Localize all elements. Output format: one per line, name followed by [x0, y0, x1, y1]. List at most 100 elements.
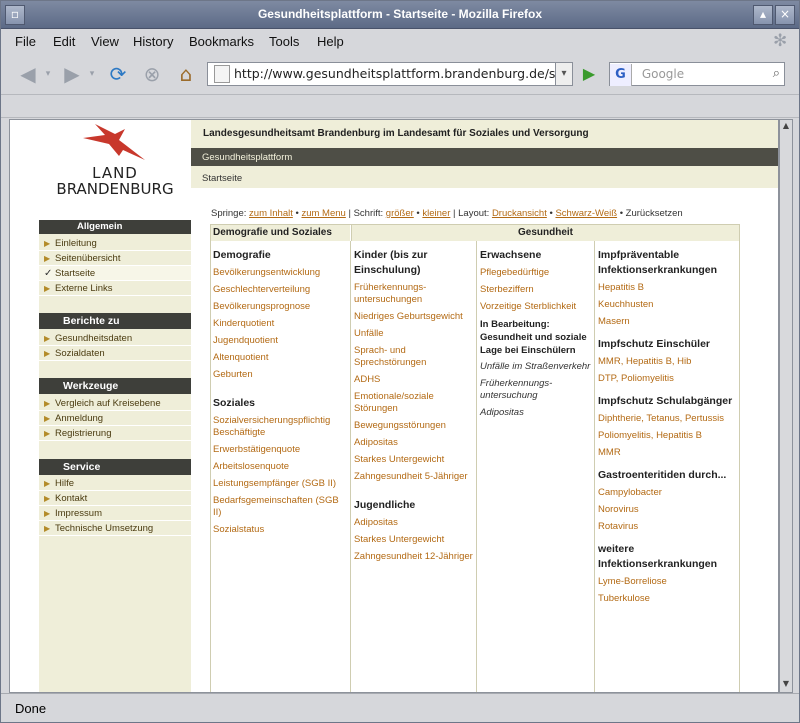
- back-icon[interactable]: ◀: [15, 62, 41, 86]
- sidebar-item-registrierung[interactable]: ▶ Registrierung: [39, 426, 191, 441]
- link-zum-inhalt[interactable]: zum Inhalt: [249, 208, 293, 219]
- search-icon[interactable]: ⌕: [773, 63, 780, 85]
- link-adipositas-jugend[interactable]: Adipositas: [354, 517, 474, 529]
- link-sprachstoerungen[interactable]: Sprach- und Sprechstörungen: [354, 345, 474, 369]
- heading-gastroenteritiden: Gastroenteritiden durch...: [598, 469, 727, 481]
- link-masern[interactable]: Masern: [598, 316, 738, 328]
- link-rotavirus[interactable]: Rotavirus: [598, 521, 738, 533]
- link-geburtsgewicht[interactable]: Niedriges Geburtsgewicht: [354, 311, 474, 323]
- sidebar-item-impressum[interactable]: ▶ Impressum: [39, 506, 191, 521]
- sidebar-item-externe-links[interactable]: ▶ Externe Links: [39, 281, 191, 296]
- home-icon[interactable]: ⌂: [173, 62, 199, 86]
- sidebar-item-hilfe[interactable]: ▶ Hilfe: [39, 476, 191, 491]
- menu-edit[interactable]: Edit: [53, 34, 75, 49]
- sidebar-item-label: Impressum: [55, 508, 102, 519]
- vertical-scrollbar[interactable]: ▲ ▼: [779, 119, 793, 693]
- link-groesser[interactable]: größer: [386, 208, 414, 219]
- stop-icon[interactable]: ⊗: [139, 62, 165, 86]
- agency-header: Landesgesundheitsamt Brandenburg im Land…: [191, 120, 778, 148]
- google-icon[interactable]: G: [610, 64, 632, 86]
- sidebar-item-label: Gesundheitsdaten: [55, 333, 133, 344]
- forward-dropdown-icon[interactable]: ▾: [87, 62, 97, 86]
- sidebar-item-sozialdaten[interactable]: ▶ Sozialdaten: [39, 346, 191, 361]
- link-norovirus[interactable]: Norovirus: [598, 504, 738, 516]
- logo[interactable]: LAND BRANDENBURG: [39, 120, 191, 220]
- link-adipositas-kinder[interactable]: Adipositas: [354, 437, 474, 449]
- link-untergewicht-kinder[interactable]: Starkes Untergewicht: [354, 454, 474, 466]
- sidebar-item-label: Seitenübersicht: [55, 253, 121, 264]
- link-altenquotient[interactable]: Altenquotient: [213, 352, 347, 364]
- throbber-icon: ✻: [773, 31, 788, 50]
- link-bevoelkerungsprognose[interactable]: Bevölkerungsprognose: [213, 301, 347, 313]
- sidebar-item-seitenuebersicht[interactable]: ▶ Seitenübersicht: [39, 251, 191, 266]
- sidebar-item-anmeldung[interactable]: ▶ Anmeldung: [39, 411, 191, 426]
- arrow-icon: ▶: [44, 509, 51, 518]
- link-jugendquotient[interactable]: Jugendquotient: [213, 335, 347, 347]
- close-icon[interactable]: ×: [775, 5, 795, 25]
- link-sterbeziffern[interactable]: Sterbeziffern: [480, 284, 592, 296]
- link-bewegungsstoerungen[interactable]: Bewegungsstörungen: [354, 420, 474, 432]
- sidebar-item-vergleich[interactable]: ▶ Vergleich auf Kreisebene: [39, 396, 191, 411]
- menu-view[interactable]: View: [91, 34, 119, 49]
- link-zum-menu[interactable]: zum Menu: [301, 208, 345, 219]
- sidebar-item-gesundheitsdaten[interactable]: ▶ Gesundheitsdaten: [39, 331, 191, 346]
- maximize-icon[interactable]: ▴: [753, 5, 773, 25]
- platform-bar: Gesundheitsplattform: [191, 148, 778, 166]
- back-dropdown-icon[interactable]: ▾: [43, 62, 53, 86]
- page-icon: [214, 65, 230, 83]
- schrift-label: | Schrift:: [348, 208, 384, 219]
- link-sozialstatus[interactable]: Sozialstatus: [213, 524, 347, 536]
- reload-icon[interactable]: ⟳: [105, 62, 131, 86]
- link-hepatitis-b[interactable]: Hepatitis B: [598, 282, 738, 294]
- sidebar-item-einleitung[interactable]: ▶ Einleitung: [39, 236, 191, 251]
- link-bevoelkerungsentwicklung[interactable]: Bevölkerungsentwicklung: [213, 267, 347, 279]
- link-kinderquotient[interactable]: Kinderquotient: [213, 318, 347, 330]
- scroll-down-icon[interactable]: ▼: [781, 679, 791, 691]
- link-tuberkulose[interactable]: Tuberkulose: [598, 593, 738, 605]
- column-erwachsene: Erwachsene Pflegebedürftige Sterbeziffer…: [480, 248, 592, 424]
- link-lyme-borreliose[interactable]: Lyme-Borreliose: [598, 576, 738, 588]
- search-input[interactable]: G Google ⌕: [609, 62, 785, 86]
- link-emotionale-stoerungen[interactable]: Emotionale/soziale Störungen: [354, 391, 474, 415]
- link-zahngesundheit-5[interactable]: Zahngesundheit 5-Jähriger: [354, 471, 474, 483]
- url-dropdown-icon[interactable]: ▾: [555, 62, 573, 86]
- link-mmr-hepb-hib[interactable]: MMR, Hepatitis B, Hib: [598, 356, 738, 368]
- link-unfaelle[interactable]: Unfälle: [354, 328, 474, 340]
- forward-icon[interactable]: ▶: [59, 62, 85, 86]
- link-dtp-polio[interactable]: DTP, Poliomyelitis: [598, 373, 738, 385]
- link-kleiner[interactable]: kleiner: [422, 208, 450, 219]
- arrow-icon: ▶: [44, 284, 51, 293]
- link-mmr[interactable]: MMR: [598, 447, 738, 459]
- go-icon[interactable]: ▶: [579, 63, 599, 85]
- link-vorzeitige-sterblichkeit[interactable]: Vorzeitige Sterblichkeit: [480, 301, 592, 313]
- link-schwarz-weiss[interactable]: Schwarz-Weiß: [555, 208, 617, 219]
- menu-tools[interactable]: Tools: [269, 34, 299, 49]
- menu-bookmarks[interactable]: Bookmarks: [189, 34, 254, 49]
- link-keuchhusten[interactable]: Keuchhusten: [598, 299, 738, 311]
- link-polio-hepb[interactable]: Poliomyelitis, Hepatitis B: [598, 430, 738, 442]
- link-bedarfsgemeinschaften[interactable]: Bedarfsgemeinschaften (SGB II): [213, 495, 347, 519]
- sidebar-item-technische-umsetzung[interactable]: ▶ Technische Umsetzung: [39, 521, 191, 536]
- link-zuruecksetzen[interactable]: Zurücksetzen: [626, 208, 683, 219]
- link-untergewicht-jugend[interactable]: Starkes Untergewicht: [354, 534, 474, 546]
- link-adhs[interactable]: ADHS: [354, 374, 474, 386]
- sidebar-item-startseite[interactable]: ✓ Startseite: [39, 266, 191, 281]
- link-frueherkennung[interactable]: Früherkennungs-untersuchungen: [354, 282, 474, 306]
- sidebar-item-kontakt[interactable]: ▶ Kontakt: [39, 491, 191, 506]
- menu-file[interactable]: File: [15, 34, 36, 49]
- link-pflegebeduerftige[interactable]: Pflegebedürftige: [480, 267, 592, 279]
- link-diphtherie[interactable]: Diphtherie, Tetanus, Pertussis: [598, 413, 738, 425]
- link-leistungsempfaenger[interactable]: Leistungsempfänger (SGB II): [213, 478, 347, 490]
- link-geschlechterverteilung[interactable]: Geschlechterverteilung: [213, 284, 347, 296]
- link-campylobacter[interactable]: Campylobacter: [598, 487, 738, 499]
- link-sozialversicherungspflichtig[interactable]: Sozialversicherungspflichtig Beschäftigt…: [213, 415, 347, 439]
- url-bar[interactable]: http://www.gesundheitsplattform.brandenb…: [207, 62, 573, 86]
- scroll-up-icon[interactable]: ▲: [781, 121, 791, 133]
- link-geburten[interactable]: Geburten: [213, 369, 347, 381]
- link-zahngesundheit-12[interactable]: Zahngesundheit 12-Jähriger: [354, 551, 474, 563]
- link-arbeitslosenquote[interactable]: Arbeitslosenquote: [213, 461, 347, 473]
- link-erwerbstaetigenquote[interactable]: Erwerbstätigenquote: [213, 444, 347, 456]
- menu-help[interactable]: Help: [317, 34, 344, 49]
- link-druckansicht[interactable]: Druckansicht: [492, 208, 547, 219]
- menu-history[interactable]: History: [133, 34, 173, 49]
